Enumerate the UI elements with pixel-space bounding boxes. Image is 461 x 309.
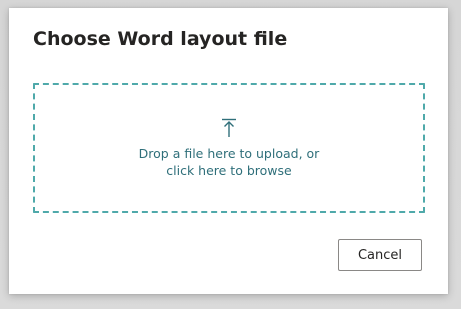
upload-arrow-icon — [221, 118, 237, 138]
choose-word-layout-dialog: Choose Word layout file Drop a file here… — [9, 8, 448, 294]
cancel-button[interactable]: Cancel — [338, 239, 422, 271]
file-dropzone[interactable]: Drop a file here to upload, or click her… — [33, 83, 425, 213]
dropzone-line-2: click here to browse — [166, 163, 292, 178]
dropzone-line-1: Drop a file here to upload, or — [138, 146, 320, 161]
dialog-title: Choose Word layout file — [33, 28, 288, 50]
dropzone-instructions: Drop a file here to upload, or click her… — [35, 145, 423, 179]
